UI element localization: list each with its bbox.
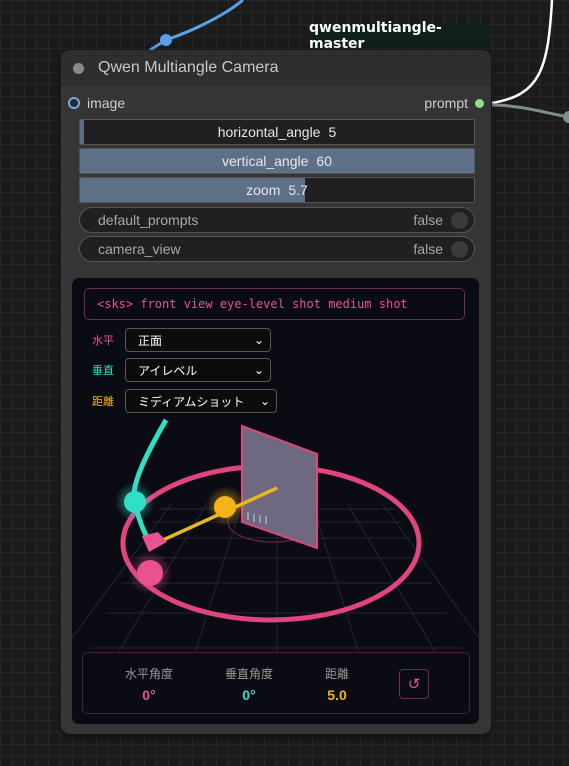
slider-label: horizontal_angle [217, 124, 321, 140]
stat-distance: 距離 5.0 [297, 665, 377, 703]
chevron-down-icon: ⌄ [253, 363, 264, 377]
vertical-handle [124, 491, 146, 513]
vertical-select[interactable]: アイレベル ⌄ [125, 358, 271, 382]
distance-select[interactable]: ミディアムショット ⌄ [125, 389, 277, 413]
stat-horizontal: 水平角度 0° [109, 665, 189, 703]
output-prompt[interactable]: prompt [424, 95, 484, 111]
horizontal-select-row: 水平 正面 ⌄ [92, 328, 271, 352]
zoom-slider[interactable]: zoom 5.7 [79, 177, 475, 203]
slider-value: 5.7 [288, 182, 308, 198]
select-value: 正面 [138, 333, 163, 348]
distance-handle [214, 496, 236, 518]
output-label: prompt [424, 95, 468, 111]
default-prompts-toggle[interactable]: default_prompts false [79, 207, 475, 233]
select-value: ミディアムショット [138, 394, 245, 409]
image-wire [165, 0, 244, 42]
node-badge: qwenmultiangle-master [309, 20, 489, 52]
toggle-knob-icon[interactable] [451, 240, 468, 258]
generated-prompt: <sks> front view eye-level shot medium s… [84, 288, 465, 320]
camera-preview-panel[interactable]: <sks> front view eye-level shot medium s… [72, 278, 479, 724]
slider-label: zoom [246, 182, 281, 198]
select-value: アイレベル [138, 363, 198, 378]
input-label: image [87, 95, 126, 111]
stat-label: 距離 [324, 667, 349, 681]
output-socket-icon[interactable] [475, 98, 484, 108]
stat-vertical: 垂直角度 0° [209, 665, 289, 703]
select-label: 垂直 [92, 365, 114, 377]
toggle-value: false [413, 212, 443, 228]
stat-value: 5.0 [327, 687, 347, 703]
camera-view-toggle[interactable]: camera_view false [79, 236, 475, 262]
stat-label: 垂直角度 [224, 667, 273, 681]
prompt-wire [491, 0, 554, 105]
input-socket-icon[interactable] [68, 97, 80, 109]
slider-value: 60 [316, 153, 332, 169]
input-image[interactable]: image [68, 95, 125, 111]
stat-value: 0° [142, 687, 156, 703]
toggle-knob-icon[interactable] [451, 211, 468, 229]
horizontal-select[interactable]: 正面 ⌄ [125, 328, 271, 352]
camera-stats-bar: 水平角度 0° 垂直角度 0° 距離 5.0 ↺ [82, 652, 470, 714]
prompt-wire-2 [491, 103, 569, 119]
chevron-down-icon: ⌄ [259, 394, 270, 408]
vertical-select-row: 垂直 アイレベル ⌄ [92, 358, 271, 382]
toggle-label: camera_view [98, 241, 181, 257]
select-label: 水平 [92, 335, 114, 347]
slider-value: 5 [328, 124, 337, 140]
select-label: 距離 [92, 396, 114, 408]
toggle-label: default_prompts [98, 212, 199, 228]
toggle-value: false [413, 241, 443, 257]
slider-label: vertical_angle [222, 153, 309, 169]
stat-label: 水平角度 [124, 667, 173, 681]
distance-select-row: 距離 ミディアムショット ⌄ [92, 389, 277, 413]
qwen-multiangle-camera-node[interactable]: Qwen Multiangle Camera image prompt hori… [61, 50, 491, 734]
subject-card [241, 424, 318, 550]
horizontal-handle [137, 560, 163, 586]
slider-fill [80, 120, 84, 144]
chevron-down-icon: ⌄ [253, 333, 264, 347]
node-header[interactable]: Qwen Multiangle Camera [61, 50, 491, 86]
vertical-angle-slider[interactable]: vertical_angle 60 [79, 148, 475, 174]
collapse-dot-icon[interactable] [73, 62, 84, 74]
stat-value: 0° [242, 687, 256, 703]
reset-icon[interactable]: ↺ [399, 669, 429, 699]
horizontal-angle-slider[interactable]: horizontal_angle 5 [79, 119, 475, 145]
node-title: Qwen Multiangle Camera [98, 59, 279, 76]
